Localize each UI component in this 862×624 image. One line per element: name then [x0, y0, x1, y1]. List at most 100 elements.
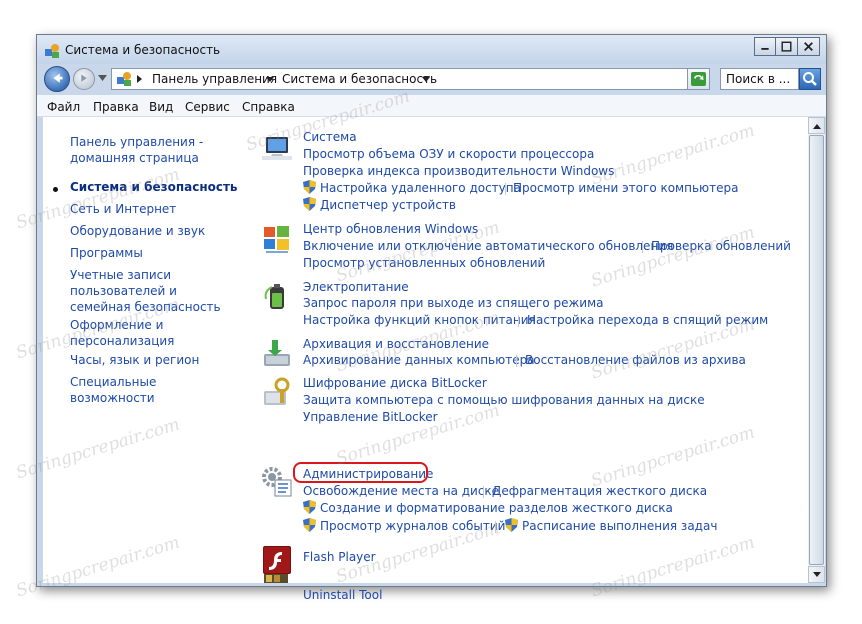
control-panel-window: Система и безопасность Панель управления…	[14, 34, 827, 602]
close-button[interactable]	[798, 37, 820, 56]
uninstall-tool-icon	[264, 574, 288, 583]
link-separator	[495, 521, 496, 533]
window-title: Система и безопасность	[65, 43, 221, 57]
sidebar-item-user-accounts[interactable]: Учетные записи пользователей и семейная …	[70, 267, 225, 315]
link-password-on-wake[interactable]: Запрос пароля при выходе из спящего режи…	[303, 296, 604, 310]
address-bar[interactable]: Панель управления Система и безопасность	[111, 68, 710, 90]
category-backup-title[interactable]: Архивация и восстановление	[303, 337, 489, 351]
link-separator	[505, 183, 506, 195]
menu-edit[interactable]: Правка	[93, 100, 139, 114]
category-bitlocker-title[interactable]: Шифрование диска BitLocker	[303, 376, 487, 390]
vertical-scrollbar[interactable]	[808, 117, 825, 583]
category-windows-update-title[interactable]: Центр обновления Windows	[303, 222, 478, 236]
arrow-left-icon	[53, 73, 63, 83]
link-remote-access[interactable]: Настройка удаленного доступа	[320, 181, 521, 195]
refresh-icon	[691, 72, 706, 86]
breadcrumb-root-arrow[interactable]	[137, 75, 142, 83]
current-item-bullet	[53, 187, 58, 192]
link-manage-bitlocker[interactable]: Управление BitLocker	[303, 410, 438, 424]
recent-pages-dropdown-icon[interactable]	[98, 75, 107, 81]
link-auto-update[interactable]: Включение или отключение автоматического…	[303, 239, 673, 253]
windows-update-icon	[264, 226, 289, 253]
link-check-updates[interactable]: Проверка обновлений	[651, 239, 791, 253]
search-input[interactable]: Поиск в ...	[720, 68, 799, 90]
uac-shield-icon	[303, 180, 316, 194]
control-panel-icon	[45, 44, 59, 58]
link-power-buttons[interactable]: Настройка функций кнопок питания	[303, 313, 536, 327]
search-button[interactable]	[799, 68, 821, 90]
sidebar-item-appearance[interactable]: Оформление и персонализация	[70, 317, 180, 349]
sidebar-item-home[interactable]: Панель управления - домашняя страница	[70, 134, 240, 166]
link-installed-updates[interactable]: Просмотр установленных обновлений	[303, 256, 545, 270]
uac-shield-icon	[303, 197, 316, 211]
link-separator	[518, 315, 519, 327]
category-system-title[interactable]: Система	[303, 130, 357, 144]
watermark: Soringpcrepair.com	[588, 422, 758, 492]
sidebar-item-network[interactable]: Сеть и Интернет	[70, 201, 240, 217]
breadcrumb-system-security[interactable]: Система и безопасность	[282, 72, 437, 86]
breadcrumb-control-panel[interactable]: Панель управления	[152, 72, 277, 86]
category-power-title[interactable]: Электропитание	[303, 280, 409, 294]
menu-tools[interactable]: Сервис	[185, 100, 230, 114]
link-defragment[interactable]: Дефрагментация жесткого диска	[492, 484, 707, 498]
scroll-down-button[interactable]	[808, 566, 825, 583]
sidebar-item-programs[interactable]: Программы	[70, 245, 240, 261]
arrow-down-icon	[813, 572, 821, 577]
window-controls	[754, 37, 820, 56]
category-flash-player-title[interactable]: Flash Player	[303, 550, 376, 564]
watermark: Soringpcrepair.com	[588, 222, 758, 292]
link-performance-index[interactable]: Проверка индекса производительности Wind…	[303, 164, 614, 178]
close-icon	[804, 42, 813, 52]
menu-file[interactable]: Файл	[47, 100, 80, 114]
bitlocker-icon	[264, 377, 290, 405]
menu-help[interactable]: Справка	[242, 100, 295, 114]
breadcrumb-system-security-arrow[interactable]	[422, 77, 430, 82]
search-placeholder: Поиск в ...	[726, 72, 791, 86]
link-device-manager[interactable]: Диспетчер устройств	[320, 198, 456, 212]
sidebar-item-system-security[interactable]: Система и безопасность	[70, 179, 240, 195]
title-bar[interactable]: Система и безопасность	[37, 35, 826, 64]
scroll-thumb[interactable]	[809, 135, 824, 565]
link-backup-data[interactable]: Архивирование данных компьютера	[303, 353, 535, 367]
link-disk-encryption[interactable]: Защита компьютера с помощью шифрования д…	[303, 393, 705, 407]
link-disk-cleanup[interactable]: Освобождение места на диске	[303, 484, 499, 498]
forward-button[interactable]	[73, 68, 95, 90]
link-restore-files[interactable]: Восстановление файлов из архива	[525, 353, 746, 367]
menu-bar: Файл Правка Вид Сервис Справка	[37, 95, 826, 117]
link-task-scheduler[interactable]: Расписание выполнения задач	[522, 519, 717, 533]
sidebar: Панель управления - домашняя страница Си…	[43, 117, 243, 583]
arrow-right-icon	[81, 74, 87, 82]
sidebar-item-accessibility[interactable]: Специальные возможности	[70, 374, 240, 406]
breadcrumb-control-panel-arrow[interactable]	[266, 77, 274, 82]
back-button[interactable]	[44, 66, 70, 92]
computer-icon	[262, 137, 292, 160]
content-area: Панель управления - домашняя страница Си…	[14, 87, 808, 602]
flash-icon	[263, 546, 291, 574]
control-panel-icon	[117, 72, 131, 86]
link-sleep-settings[interactable]: Настройка перехода в спящий режим	[527, 313, 768, 327]
maximize-button[interactable]	[776, 37, 798, 56]
category-uninstall-tool-title[interactable]: Uninstall Tool	[303, 588, 382, 602]
link-computer-name[interactable]: Просмотр имени этого компьютера	[513, 181, 738, 195]
link-separator	[516, 355, 517, 367]
link-ram-cpu[interactable]: Просмотр объема ОЗУ и скорости процессор…	[303, 147, 594, 161]
scroll-up-button[interactable]	[808, 117, 825, 134]
refresh-button[interactable]	[687, 68, 710, 90]
navigation-bar: Панель управления Система и безопасность…	[37, 64, 826, 94]
uac-shield-icon	[303, 518, 316, 532]
admin-tools-icon	[262, 467, 292, 497]
link-partitions[interactable]: Создание и форматирование разделов жестк…	[320, 501, 673, 515]
search-icon	[803, 72, 817, 86]
arrow-up-icon	[813, 124, 821, 129]
minimize-button[interactable]	[754, 37, 776, 56]
watermark: Soringpcrepair.com	[588, 120, 758, 190]
sidebar-item-hardware-sound[interactable]: Оборудование и звук	[70, 223, 240, 239]
menu-view[interactable]: Вид	[149, 100, 173, 114]
link-event-logs[interactable]: Просмотр журналов событий	[320, 519, 505, 533]
sidebar-item-clock-region[interactable]: Часы, язык и регион	[70, 352, 240, 368]
uac-shield-icon	[505, 518, 518, 532]
link-separator	[642, 241, 643, 253]
battery-icon	[264, 284, 284, 309]
uac-shield-icon	[303, 500, 316, 514]
minimize-icon	[761, 47, 769, 50]
